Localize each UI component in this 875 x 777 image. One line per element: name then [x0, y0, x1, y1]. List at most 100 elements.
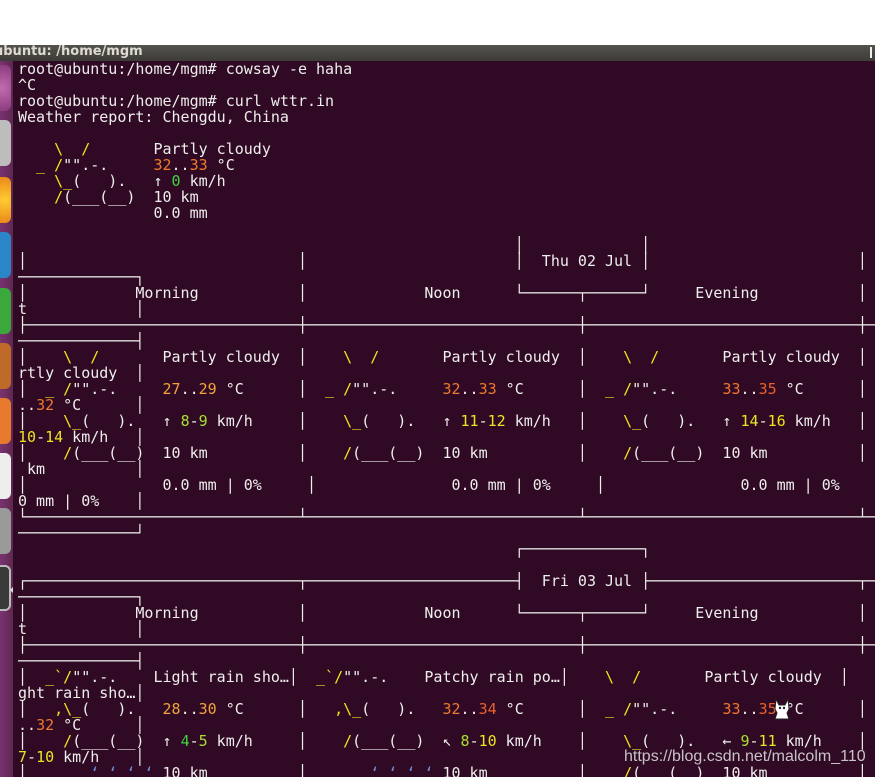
- launcher-sidebar: [0, 61, 13, 777]
- text-segment: 33: [722, 700, 741, 718]
- text-segment: Partly cloudy │: [379, 348, 587, 366]
- terminal-line: 0.0 mm: [18, 204, 208, 222]
- terminal-line: ├──────────────────────────────┼────────…: [18, 637, 875, 653]
- terminal-line: rtly cloudy │: [18, 365, 144, 381]
- text-segment: "".-. Patchy rain po…│: [343, 668, 569, 686]
- text-segment: 33: [478, 380, 497, 398]
- terminal-line: ┌──────────────────────────────┬────────…: [18, 573, 875, 589]
- text-segment: ..: [740, 380, 759, 398]
- cat-cursor-icon: [774, 697, 790, 720]
- text-segment: (___(__) 10 km │: [352, 444, 587, 462]
- terminal-line: ght rain sho…│: [18, 685, 144, 701]
- text-segment: -: [189, 412, 199, 430]
- text-segment: │ │ │ Thu 02 Jul │ │: [18, 252, 867, 270]
- terminal-line: ..32 °C │: [18, 717, 144, 733]
- writer-icon[interactable]: [0, 232, 11, 278]
- terminal-line: │ 0.0 mm | 0% │ 0.0 mm | 0% │ 0.0 mm | 0…: [18, 477, 875, 493]
- text-segment: 35: [758, 380, 777, 398]
- text-segment: ├──────────────────────────────┼────────…: [18, 636, 875, 654]
- text-segment: 27: [162, 380, 181, 398]
- terminal-output[interactable]: root@ubuntu:/home/mgm# cowsay -e haha ^C r…: [13, 61, 875, 777]
- calc-icon[interactable]: [0, 288, 11, 334]
- text-segment: °C │: [776, 380, 867, 398]
- terminal-line: │ Morning │ Noon └──────┬──────┘ Evening…: [18, 285, 867, 301]
- terminal-line: │ _ /"".-. 27..29 °C │ _ /"".-. 32..33 °…: [18, 381, 867, 397]
- text-segment: km/h │: [207, 412, 307, 430]
- terminal-line: ├──────────────────────────────┼────────…: [18, 317, 875, 333]
- text-segment: 0.0 mm: [18, 204, 208, 222]
- text-segment: km/h │: [207, 732, 307, 750]
- terminal-line: root@ubuntu:/home/mgm# cowsay -e haha: [18, 61, 352, 77]
- text-segment: 8: [460, 732, 470, 750]
- text-segment: 8: [180, 412, 190, 430]
- terminal-line: ┌─────────────┐: [18, 541, 650, 557]
- text-segment: -: [478, 412, 488, 430]
- text-segment: Partly cloudy │: [659, 348, 867, 366]
- terminal-line: ^C: [18, 77, 36, 93]
- terminal-line: \_( ). ↑ 0 km/h: [18, 173, 226, 189]
- terminal-line: Weather report: Chengdu, China: [18, 109, 289, 125]
- text-segment: -: [189, 732, 199, 750]
- window-title-bar[interactable]: ubuntu: /home/mgm: [0, 45, 875, 61]
- window-edge-mark: [870, 47, 872, 58]
- text-segment: -: [758, 412, 768, 430]
- firefox-icon[interactable]: [0, 177, 11, 223]
- text-segment: ..: [180, 700, 199, 718]
- settings-icon[interactable]: [0, 508, 11, 554]
- text-segment: \_: [586, 412, 642, 430]
- text-segment: ┌─────────────┐: [18, 540, 651, 558]
- text-segment: ..: [460, 380, 479, 398]
- text-segment: 34: [478, 700, 497, 718]
- impress-icon[interactable]: [0, 343, 11, 389]
- terminal-line: │ \_( ). ↑ 8-9 km/h │ \_( ). ↑ 11-12 km/…: [18, 413, 867, 429]
- terminal-line: └──────────────────────────────┴────────…: [18, 509, 875, 525]
- text-segment: │: [18, 764, 28, 777]
- terminal-line: \ / Partly cloudy: [18, 141, 271, 157]
- terminal-line: km │: [18, 461, 144, 477]
- text-segment: 11: [460, 412, 479, 430]
- terminal-line: │ /(___(__) 10 km │ /(___(__) 10 km │ /(…: [18, 445, 867, 461]
- text-segment: ( ). ↑: [641, 412, 741, 430]
- text-segment: \ /: [568, 668, 642, 686]
- text-segment: /: [307, 732, 353, 750]
- text-segment: \ /: [586, 348, 660, 366]
- text-segment: 10 km │: [442, 764, 587, 777]
- terminal-line: ─────────────┤: [18, 333, 144, 349]
- text-segment: 30: [198, 700, 217, 718]
- text-segment: 10 km │: [162, 764, 308, 777]
- software-center-icon[interactable]: [0, 398, 11, 444]
- text-segment: \_: [307, 412, 362, 430]
- text-segment: 5: [198, 732, 208, 750]
- terminal-line: │ _`/"".-. Light rain sho…│ _`/"".-. Pat…: [18, 669, 849, 685]
- dash-icon[interactable]: [0, 65, 11, 111]
- window-title: ubuntu: /home/mgm: [0, 45, 143, 59]
- text-segment: │ Morning │ Noon └──────┬──────┘ Evening…: [18, 604, 867, 622]
- text-segment: km/h │: [785, 412, 867, 430]
- text-segment: 28: [162, 700, 181, 718]
- amazon-icon[interactable]: [0, 453, 11, 499]
- terminal-line: │ /(___(__) ↑ 4-5 km/h │ /(___(__) ↖ 8-1…: [18, 733, 867, 749]
- terminal-line: ..32 °C │: [18, 397, 144, 413]
- text-segment: km/h │: [505, 412, 587, 430]
- text-segment: ..: [740, 700, 759, 718]
- terminal-line: │ \ / Partly cloudy │ \ / Partly cloudy …: [18, 349, 867, 365]
- terminal-line: root@ubuntu:/home/mgm# curl wttr.in: [18, 93, 334, 109]
- text-segment: °C │: [216, 380, 307, 398]
- text-segment: -: [469, 732, 479, 750]
- terminal-line: │ │: [18, 237, 650, 253]
- text-segment: _`/: [297, 668, 344, 686]
- text-segment: │ 0.0 mm | 0% │ 0.0 mm | 0% │ 0.0 mm | 0…: [18, 476, 875, 494]
- text-segment: ..: [460, 700, 479, 718]
- text-segment: 4: [180, 732, 190, 750]
- text-segment: °C │: [496, 700, 587, 718]
- files-icon[interactable]: [0, 120, 11, 166]
- text-segment: ( ). ↑: [361, 412, 461, 430]
- text-segment: /: [586, 444, 633, 462]
- text-segment: root@ubuntu:/home/mgm# cowsay -e haha: [18, 61, 353, 78]
- text-segment: 32: [442, 380, 461, 398]
- terminal-line: │ ,\_( ). 28..30 °C │ ,\_( ). 32..34 °C …: [18, 701, 867, 717]
- text-segment: 12: [487, 412, 506, 430]
- text-segment: 32: [442, 700, 461, 718]
- terminal-line: ─────────────┐: [18, 589, 144, 605]
- watermark: https://blog.csdn.net/malcolm_110: [624, 748, 866, 765]
